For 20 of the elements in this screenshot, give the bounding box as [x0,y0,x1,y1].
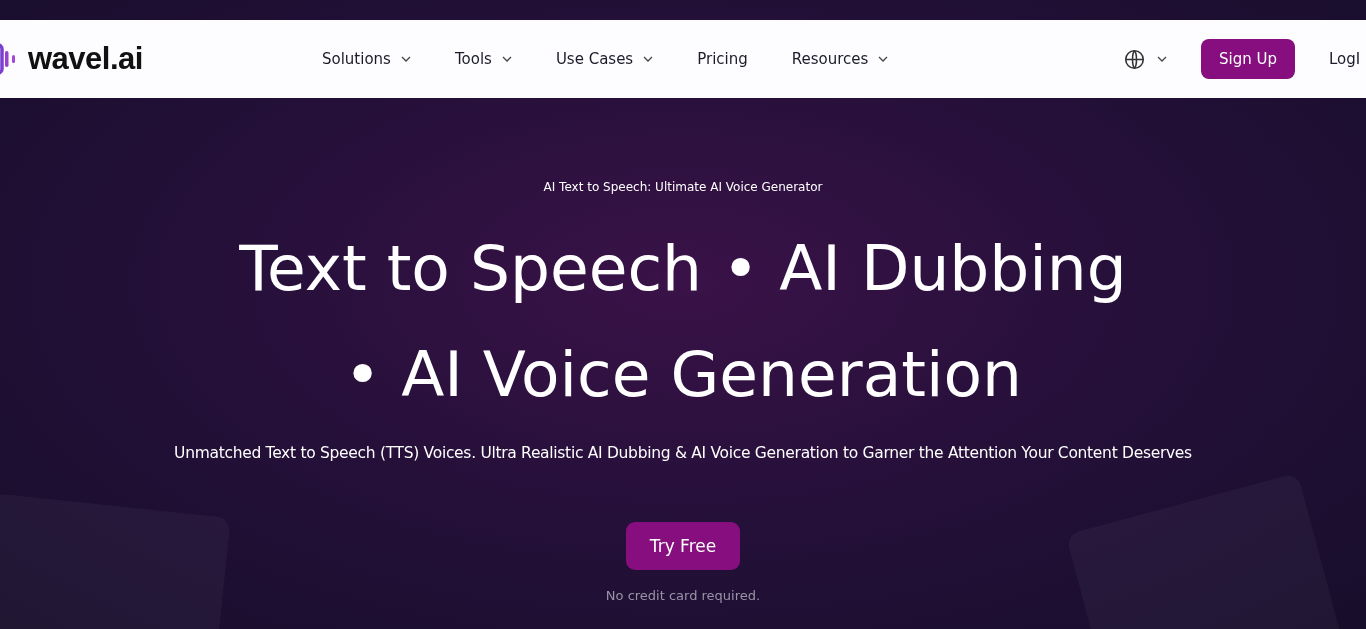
globe-icon[interactable] [1124,48,1145,70]
chevron-down-icon [878,56,889,62]
nav-menu-item[interactable]: Use Cases [555,50,654,68]
eyebrow-text: AI Text to Speech: Ultimate AI Voice Generator [543,180,823,194]
logo-text[interactable]: wavel.ai [28,41,143,77]
chevron-down-icon [1157,56,1167,62]
headline: Text to Speech • AI Dubbing [239,231,1127,307]
chevron-down-icon [400,56,411,62]
note-text: No credit card required. [605,588,761,603]
nav-menu-item[interactable]: Tools [454,50,512,68]
try-free-button[interactable]: Try Free [626,522,740,570]
sign-up-button[interactable]: Sign Up [1201,39,1295,79]
headline: • AI Voice Generation [343,337,1022,413]
chevron-down-icon [501,56,512,62]
subtitle: Unmatched Text to Speech (TTS) Voices. Ultra Realistic AI Dubbing & AI Voice Generation to Garner the Attention Your Content Deserves [174,444,1192,462]
login-link[interactable]: LogI [1329,50,1366,68]
nav-menu-item[interactable]: Solutions [322,50,411,68]
nav-menu-item[interactable]: Pricing [697,50,748,68]
nav-menu-item[interactable]: Resources [791,50,889,68]
chevron-down-icon [643,56,654,62]
